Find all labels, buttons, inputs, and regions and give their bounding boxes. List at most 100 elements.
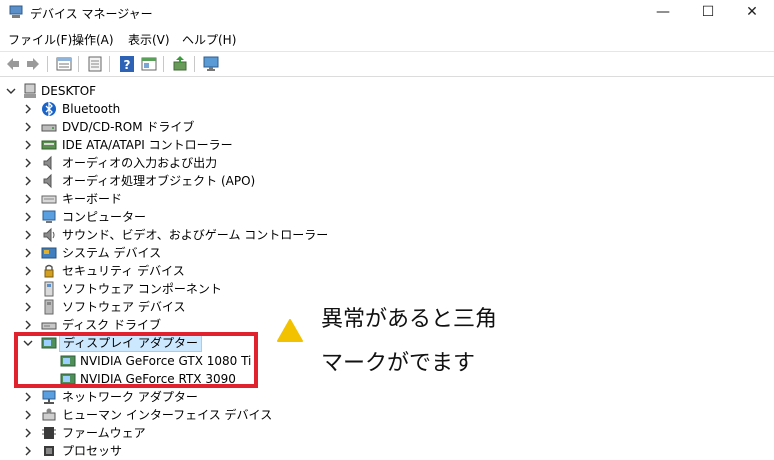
system-device-icon [41, 247, 57, 259]
svg-text:?: ? [124, 58, 131, 72]
chevron-down-icon[interactable] [5, 84, 17, 98]
chevron-right-icon[interactable] [22, 408, 34, 422]
chevron-right-icon[interactable] [22, 192, 34, 206]
speaker-icon [43, 173, 52, 189]
tree-category-label: DVD/CD-ROM ドライブ [62, 120, 195, 134]
menu-file[interactable]: ファイル(F) [8, 31, 72, 48]
tree-category-label: コンピューター [62, 210, 147, 224]
monitor-icon[interactable] [202, 55, 220, 73]
warning-triangle-icon [277, 319, 303, 342]
tree-root-label: DESKTOF [41, 84, 97, 98]
forward-icon[interactable] [24, 55, 42, 73]
tree-category[interactable]: DVD/CD-ROM ドライブ [0, 118, 300, 136]
minimize-button[interactable]: — [641, 0, 685, 24]
chevron-right-icon[interactable] [22, 264, 34, 278]
menu-view[interactable]: 表示(V) [128, 31, 170, 48]
chevron-right-icon[interactable] [22, 246, 34, 260]
software-device-icon [44, 299, 54, 315]
tree-category-label: セキュリティ デバイス [62, 264, 185, 278]
tree-category-label: IDE ATA/ATAPI コントローラー [62, 138, 233, 152]
tree-category-label: オーディオ処理オブジェクト (APO) [62, 174, 256, 188]
chevron-right-icon[interactable] [22, 282, 34, 296]
tree-category-label: キーボード [62, 192, 123, 206]
tree-category[interactable]: オーディオの入力および出力 [0, 154, 300, 172]
tree-category[interactable]: ヒューマン インターフェイス デバイス [0, 406, 300, 424]
properties-icon[interactable] [55, 55, 73, 73]
chevron-right-icon[interactable] [22, 318, 34, 332]
title-bar: デバイス マネージャー — ☐ ✕ [0, 0, 774, 26]
tree-category-label: サウンド、ビデオ、およびゲーム コントローラー [62, 228, 329, 242]
device-tree: DESKTOF Bluetooth DVD/CD-ROM ドライブ IDE ATA/… [0, 80, 774, 458]
tree-category[interactable]: Bluetooth [0, 100, 300, 118]
keyboard-icon [41, 195, 57, 204]
chevron-right-icon[interactable] [22, 228, 34, 242]
help-icon[interactable]: ? [118, 55, 136, 73]
computer-icon [24, 83, 36, 98]
tree-category[interactable]: プロセッサ [0, 442, 300, 460]
device-manager-app-icon [9, 5, 23, 18]
chevron-right-icon[interactable] [22, 300, 34, 314]
chevron-right-icon[interactable] [22, 120, 34, 134]
tree-category[interactable]: キーボード [0, 190, 300, 208]
sound-icon [43, 227, 55, 243]
tree-category[interactable]: サウンド、ビデオ、およびゲーム コントローラー [0, 226, 328, 244]
annotation-line-1: 異常があると三角 [321, 307, 498, 332]
tree-category[interactable]: ソフトウェア デバイス [0, 298, 300, 316]
chevron-right-icon[interactable] [22, 426, 34, 440]
menu-bar: ファイル(F) 操作(A) 表示(V) ヘルプ(H) [0, 28, 774, 48]
tree-category[interactable]: ソフトウェア コンポーネント [0, 280, 300, 298]
tree-category-label: ディスク ドライブ [62, 318, 161, 332]
computer-icon [42, 210, 56, 223]
chevron-right-icon[interactable] [22, 138, 34, 152]
menu-help[interactable]: ヘルプ(H) [182, 31, 236, 48]
toolbar: ? [0, 51, 774, 77]
chevron-right-icon[interactable] [22, 390, 34, 404]
tree-root[interactable]: DESKTOF [0, 82, 300, 100]
tree-category[interactable]: IDE ATA/ATAPI コントローラー [0, 136, 300, 154]
tree-category-label: ソフトウェア デバイス [62, 300, 186, 314]
tree-category-label: ソフトウェア コンポーネント [62, 282, 222, 296]
bluetooth-icon [42, 101, 56, 117]
software-component-icon [44, 281, 54, 297]
close-button[interactable]: ✕ [730, 0, 774, 24]
menu-action[interactable]: 操作(A) [72, 31, 114, 48]
tree-category[interactable]: ファームウェア [0, 424, 300, 442]
tree-category[interactable]: オーディオ処理オブジェクト (APO) [0, 172, 300, 190]
highlight-frame [14, 332, 258, 388]
tree-category[interactable]: システム デバイス [0, 244, 300, 262]
chevron-right-icon[interactable] [22, 174, 34, 188]
security-device-icon [44, 264, 54, 278]
tree-category-label: ネットワーク アダプター [62, 390, 198, 404]
toolbar-separator [47, 56, 48, 72]
tree-category-label: システム デバイス [62, 246, 162, 260]
processor-icon [44, 446, 54, 456]
hid-icon [42, 408, 56, 421]
tree-category-label: Bluetooth [62, 102, 121, 116]
show-hidden-icon[interactable] [86, 55, 104, 73]
disk-drive-icon [41, 322, 57, 330]
tree-category-label: ファームウェア [62, 426, 146, 440]
toolbar-separator [109, 56, 110, 72]
dvd-drive-icon [41, 124, 57, 132]
speaker-icon [43, 155, 52, 171]
tree-category-label: ヒューマン インターフェイス デバイス [62, 408, 273, 422]
maximize-button[interactable]: ☐ [686, 0, 730, 24]
tree-category[interactable]: セキュリティ デバイス [0, 262, 300, 280]
firmware-icon [42, 427, 56, 439]
chevron-right-icon[interactable] [22, 102, 34, 116]
back-icon[interactable] [4, 55, 22, 73]
chevron-right-icon[interactable] [22, 210, 34, 224]
toolbar-separator [194, 56, 195, 72]
update-driver-icon[interactable] [171, 55, 189, 73]
chevron-right-icon[interactable] [22, 156, 34, 170]
view-icon[interactable] [140, 55, 158, 73]
tree-category-label: オーディオの入力および出力 [62, 156, 218, 170]
tree-category[interactable]: ネットワーク アダプター [0, 388, 300, 406]
ide-controller-icon [41, 140, 57, 150]
network-adapter-icon [42, 390, 56, 404]
tree-category[interactable]: コンピューター [0, 208, 300, 226]
window-title: デバイス マネージャー [30, 7, 153, 21]
toolbar-separator [163, 56, 164, 72]
toolbar-separator [78, 56, 79, 72]
annotation-line-2: マークがでます [321, 351, 476, 376]
